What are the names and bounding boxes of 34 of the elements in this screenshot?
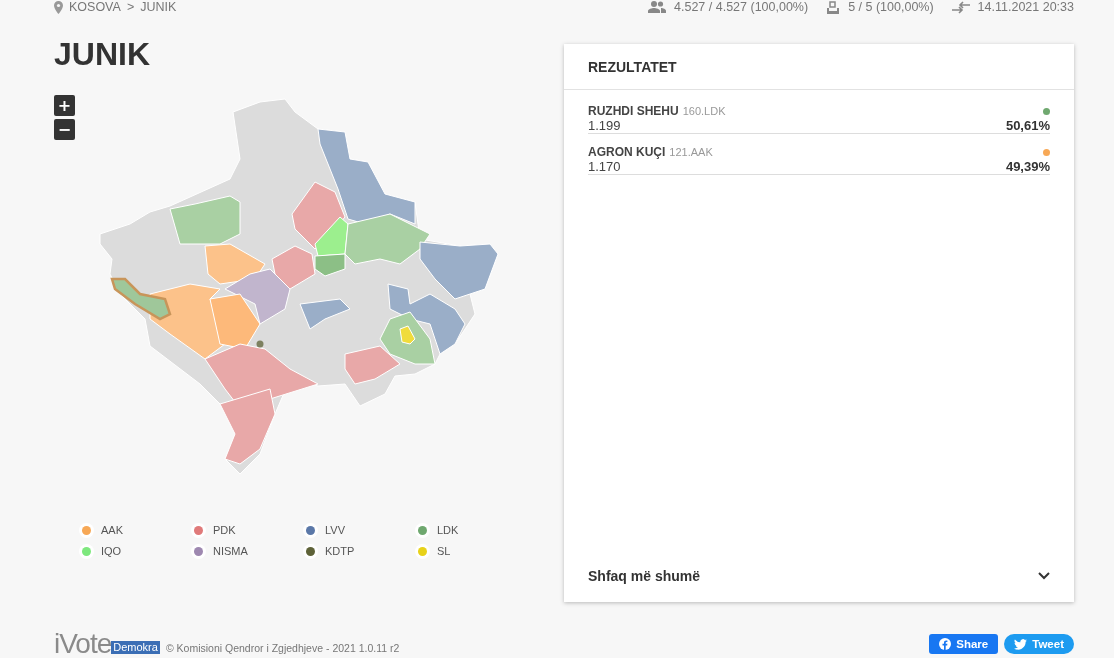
breadcrumb-separator: >: [126, 0, 135, 14]
vote-count: 1.170: [588, 159, 621, 174]
zoom-out-button[interactable]: −: [54, 119, 75, 140]
legend-label: IQO: [101, 545, 122, 557]
show-more-link[interactable]: Shfaq më shumë: [588, 568, 701, 584]
legend-label: PDK: [213, 524, 236, 536]
people-icon: [648, 1, 666, 13]
bird-icon: [1014, 638, 1028, 650]
copyright-text: © Komisioni Qendror i Zgjedhjeve - 2021 1.0.11 r2: [165, 642, 400, 654]
vote-percent: 49,39%: [1005, 159, 1050, 174]
breadcrumb-link[interactable]: KOSOVA: [69, 0, 121, 14]
legend-label: LVV: [325, 524, 345, 536]
logo: iVote Demokra: [54, 632, 160, 656]
legend-label: NISMA: [213, 545, 248, 557]
legend-label: AAK: [101, 524, 123, 536]
stat-text: 14.11.2021 20:33: [977, 0, 1074, 14]
results-title: REZULTATET: [564, 44, 1074, 90]
stat-text: 4.527 / 4.527 (100,00%): [674, 0, 809, 14]
breadcrumb-current: JUNIK: [140, 0, 177, 14]
vote-count: 1.199: [588, 118, 621, 133]
legend-label: SL: [437, 545, 451, 557]
chevron-down-icon[interactable]: [1038, 572, 1050, 580]
candidate-name: RUZHDI SHEHU 160.LDK: [588, 104, 726, 118]
facebook-icon: [939, 638, 952, 650]
zoom-in-button[interactable]: +: [54, 95, 75, 116]
swap-arrows-icon: [951, 0, 970, 14]
vote-percent: 50,61%: [1005, 118, 1050, 133]
page-title: JUNIK: [54, 35, 151, 74]
stat-text: 5 / 5 (100,00%): [848, 0, 934, 14]
legend-label: LDK: [437, 524, 459, 536]
facebook-share-button[interactable]: Share: [929, 634, 999, 654]
legend-label: KDTP: [325, 545, 355, 557]
ballot-box-icon: [826, 0, 841, 14]
candidate-name: AGRON KUÇI 121.AAK: [588, 145, 713, 159]
